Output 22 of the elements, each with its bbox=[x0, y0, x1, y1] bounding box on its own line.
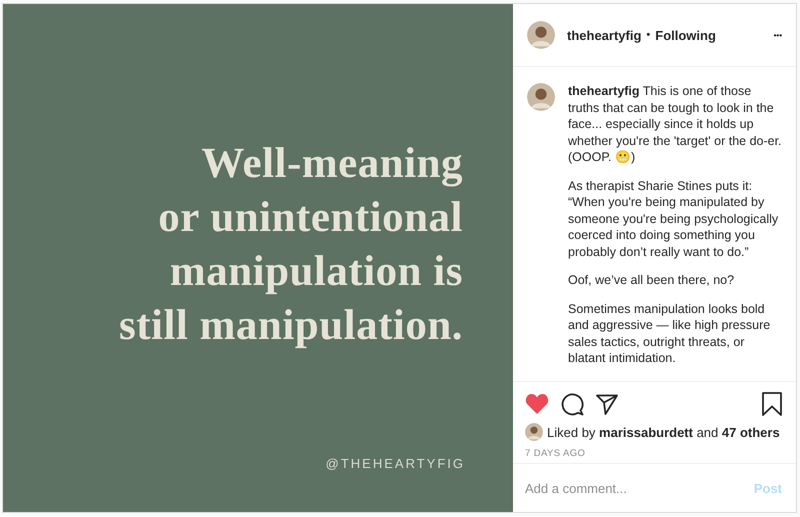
bookmark-icon[interactable] bbox=[762, 392, 782, 416]
more-button[interactable]: ••• bbox=[774, 30, 782, 40]
send-icon[interactable] bbox=[596, 394, 618, 414]
caption-text: Oof, we’ve all been there, no? bbox=[568, 272, 736, 288]
quote-text: manipulation is bbox=[170, 247, 463, 297]
quote-text: or unintentional bbox=[158, 193, 463, 243]
avatar[interactable] bbox=[525, 423, 543, 441]
heart-icon[interactable] bbox=[525, 393, 549, 415]
following-link[interactable]: Following bbox=[655, 28, 716, 42]
caption-text: Sometimes manipulation looks bold and aggressive — like high pressure sales tactics, outright threats, or blatant intimidation. bbox=[568, 300, 772, 366]
caption-text: As therapist Sharie Stines puts it: “When you're being manipulated by someone you're being psychologically coerced into doing something you probably don’t really want to do.” bbox=[568, 178, 780, 260]
quote-text: Well-meaning bbox=[201, 139, 463, 189]
avatar[interactable] bbox=[527, 83, 555, 111]
likes-text: Liked by marissaburdett and 47 others bbox=[547, 424, 780, 440]
comment-icon[interactable] bbox=[561, 392, 584, 416]
avatar[interactable] bbox=[527, 21, 555, 49]
caption-text: theheartyfig This is one of those truths that can be tough to look in the face... especially since it holds up whether you're the 'target' or the do-er. (OOOP. 😬) bbox=[568, 83, 782, 166]
timestamp: 7 DAYS AGO bbox=[525, 448, 586, 459]
username-link[interactable]: theheartyfig bbox=[567, 28, 642, 42]
watermark-handle: @THEHEARTYFIG bbox=[326, 456, 465, 471]
separator-dot: • bbox=[646, 29, 650, 41]
quote-text: still manipulation. bbox=[118, 301, 463, 351]
